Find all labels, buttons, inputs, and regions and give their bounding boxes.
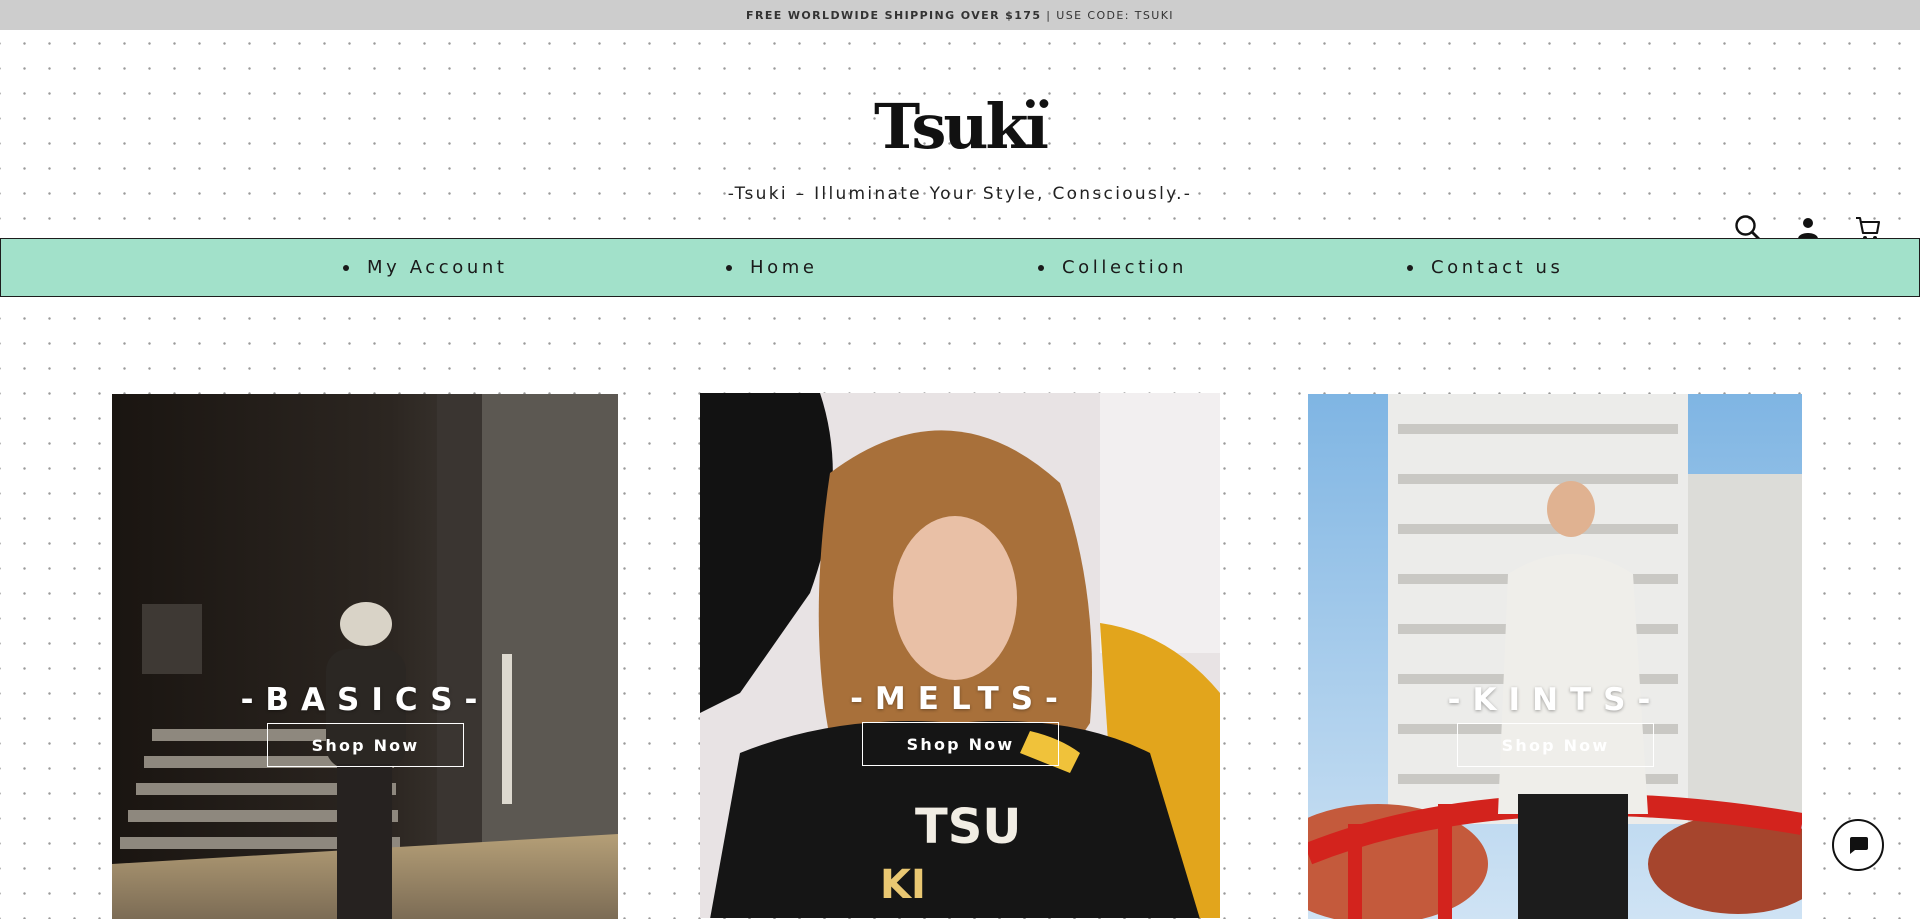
announcement-shipping-text: FREE WORLDWIDE SHIPPING OVER $175: [746, 8, 1042, 22]
nav-item-my-account[interactable]: My Account: [343, 239, 508, 296]
site-header: Tsukï -Tsuki – Illuminate Your Style, Co…: [0, 30, 1920, 242]
kints-image: [1308, 394, 1802, 919]
nav-item-home[interactable]: Home: [726, 239, 818, 296]
shop-now-button[interactable]: Shop Now: [862, 722, 1059, 766]
melts-image: TSU KI: [700, 393, 1220, 918]
chat-button[interactable]: [1832, 819, 1884, 871]
svg-text:TSU: TSU: [915, 799, 1021, 855]
collection-card-kints[interactable]: -KINTS- Shop Now: [1308, 394, 1802, 919]
collection-title: -MELTS-: [850, 681, 1070, 717]
nav-item-collection[interactable]: Collection: [1038, 239, 1187, 296]
collection-title: -KINTS-: [1447, 682, 1663, 718]
bullet-icon: [726, 264, 732, 271]
collection-card-melts[interactable]: TSU KI -MELTS- Shop Now: [700, 393, 1220, 918]
bullet-icon: [1407, 264, 1413, 271]
bullet-icon: [343, 264, 349, 271]
announcement-code-text: USE CODE: TSUKI: [1056, 8, 1174, 22]
bullet-icon: [1038, 264, 1044, 271]
nav-item-label: My Account: [367, 257, 508, 278]
site-tagline: -Tsuki – Illuminate Your Style, Consciou…: [727, 184, 1193, 204]
nav-item-contact-us[interactable]: Contact us: [1407, 239, 1564, 296]
site-logo[interactable]: Tsukï: [0, 90, 1920, 163]
collection-title: -BASICS-: [240, 682, 490, 718]
shop-now-button[interactable]: Shop Now: [267, 723, 464, 767]
nav-item-label: Collection: [1062, 257, 1188, 278]
main-nav: My Account Home Collection Contact us: [0, 238, 1920, 297]
nav-item-label: Contact us: [1431, 257, 1564, 278]
svg-text:KI: KI: [880, 862, 926, 908]
announcement-separator: |: [1041, 8, 1057, 22]
nav-item-label: Home: [750, 257, 818, 278]
collection-card-basics[interactable]: -BASICS- Shop Now: [112, 394, 618, 919]
shop-now-button[interactable]: Shop Now: [1457, 723, 1654, 767]
basics-image: [112, 394, 618, 919]
chat-icon: [1850, 837, 1868, 854]
announcement-bar: FREE WORLDWIDE SHIPPING OVER $175 | USE …: [0, 0, 1920, 30]
